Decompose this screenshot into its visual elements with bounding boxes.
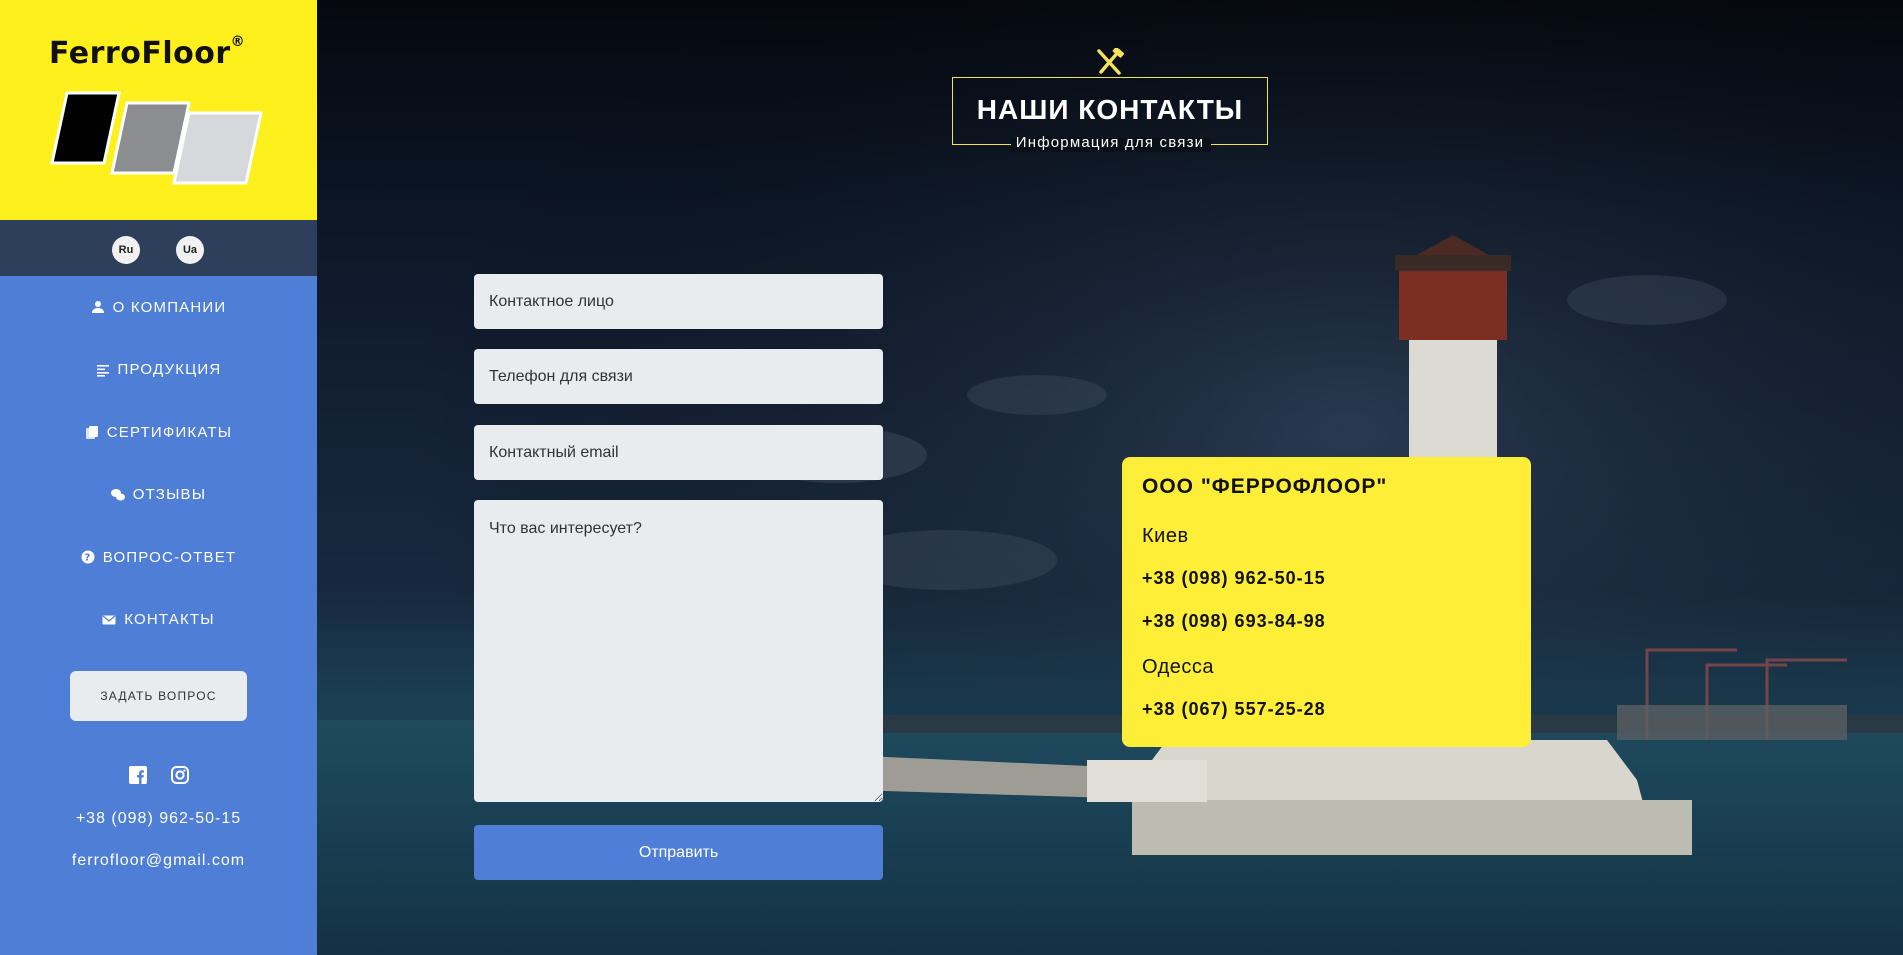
sidebar-email[interactable]: ferrofloor@gmail.com bbox=[0, 852, 317, 870]
nav-item-label: ВОПРОС-ОТВЕТ bbox=[102, 548, 237, 566]
submit-button[interactable]: Отправить bbox=[474, 825, 883, 880]
message-textarea[interactable] bbox=[474, 500, 883, 802]
phone-odessa-1[interactable]: +38 (067) 557-25-28 bbox=[1142, 699, 1511, 720]
logo-text: FerroFloor® bbox=[49, 34, 246, 71]
company-name: ООО "ФЕРРОФЛООР" bbox=[1142, 475, 1388, 498]
question-icon: ? bbox=[81, 550, 95, 564]
city-odessa: Одесса bbox=[1142, 656, 1215, 678]
sidebar-nav: О КОМПАНИИ ПРОДУКЦИЯ СЕРТИФИКАТЫ ОТЗЫВЫ … bbox=[0, 276, 317, 651]
logo-area[interactable]: FerroFloor® bbox=[0, 0, 317, 220]
sidebar-phone[interactable]: +38 (098) 962-50-15 bbox=[0, 810, 317, 828]
chat-icon bbox=[110, 488, 125, 501]
page-subtitle: Информация для связи bbox=[1015, 134, 1205, 151]
lang-ua-button[interactable]: Ua bbox=[176, 236, 204, 264]
logo-tiles-icon bbox=[50, 91, 263, 185]
lang-ru-button[interactable]: Ru bbox=[112, 236, 140, 264]
nav-item-certificates[interactable]: СЕРТИФИКАТЫ bbox=[0, 401, 317, 464]
nav-item-faq[interactable]: ? ВОПРОС-ОТВЕТ bbox=[0, 526, 317, 589]
logo[interactable]: FerroFloor® bbox=[29, 30, 289, 190]
phone-kiev-1[interactable]: +38 (098) 962-50-15 bbox=[1142, 568, 1511, 589]
nav-item-reviews[interactable]: ОТЗЫВЫ bbox=[0, 464, 317, 527]
city-kiev: Киев bbox=[1142, 525, 1189, 547]
instagram-icon[interactable] bbox=[170, 766, 189, 784]
document-icon bbox=[85, 426, 98, 440]
facebook-icon[interactable] bbox=[128, 766, 147, 784]
contact-name-input[interactable] bbox=[474, 274, 883, 329]
svg-text:?: ? bbox=[84, 553, 91, 564]
nav-item-contacts[interactable]: КОНТАКТЫ bbox=[0, 589, 317, 652]
user-icon bbox=[91, 301, 104, 314]
language-bar: Ru Ua bbox=[0, 220, 317, 276]
list-icon bbox=[96, 364, 109, 377]
nav-item-label: ОТЗЫВЫ bbox=[132, 486, 207, 504]
contact-phone-input[interactable] bbox=[474, 349, 883, 404]
nav-item-products[interactable]: ПРОДУКЦИЯ bbox=[0, 339, 317, 402]
heading-frame: НАШИ КОНТАКТЫ Информация для связи bbox=[952, 77, 1268, 152]
phone-kiev-2[interactable]: +38 (098) 693-84-98 bbox=[1142, 611, 1511, 632]
nav-item-label: СЕРТИФИКАТЫ bbox=[106, 423, 233, 441]
mail-icon bbox=[102, 615, 116, 625]
sidebar: FerroFloor® Ru Ua О КОМПАНИИ ПРОДУКЦИЯ С… bbox=[0, 0, 317, 955]
tools-icon bbox=[1097, 48, 1125, 75]
nav-item-label: ПРОДУКЦИЯ bbox=[117, 361, 222, 379]
ask-question-button[interactable]: ЗАДАТЬ ВОПРОС bbox=[70, 671, 247, 721]
nav-item-label: КОНТАКТЫ bbox=[124, 611, 215, 629]
social-links bbox=[0, 766, 317, 784]
main-content: НАШИ КОНТАКТЫ Информация для связи Отпра… bbox=[317, 0, 1903, 955]
page-title: НАШИ КОНТАКТЫ bbox=[976, 94, 1244, 125]
contact-card: ООО "ФЕРРОФЛООР" Киев +38 (098) 962-50-1… bbox=[1122, 457, 1531, 747]
nav-item-label: О КОМПАНИИ bbox=[112, 298, 227, 316]
nav-item-company[interactable]: О КОМПАНИИ bbox=[0, 276, 317, 339]
contact-email-input[interactable] bbox=[474, 425, 883, 480]
